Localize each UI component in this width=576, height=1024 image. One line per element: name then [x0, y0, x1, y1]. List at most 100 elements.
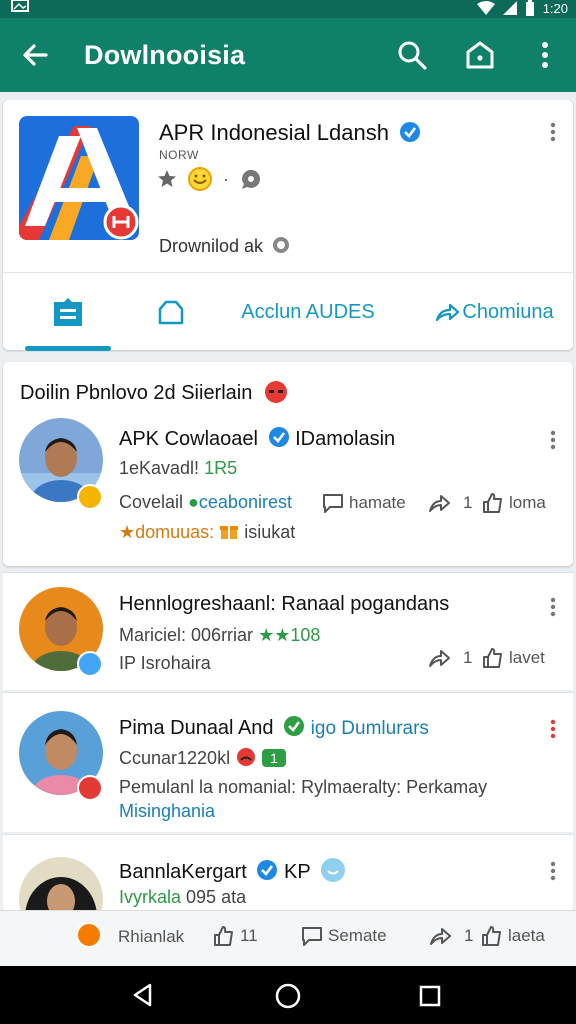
page-title: Dowlnooisia: [84, 40, 246, 70]
share-count: 1: [463, 648, 473, 667]
avatar[interactable]: [19, 857, 103, 910]
nav-back-icon[interactable]: [130, 982, 156, 1008]
post-rating: ★★108: [258, 625, 321, 645]
info-circle-icon: [273, 237, 290, 253]
post-tag-link[interactable]: ●ceabonirest: [188, 492, 292, 512]
nav-home-icon[interactable]: [274, 982, 302, 1010]
comment-icon: [323, 494, 343, 513]
avatar-image: [19, 857, 103, 910]
share-count: 1: [463, 493, 473, 512]
system-nav-bar: [0, 966, 576, 1024]
post-author-suffix: KP: [284, 861, 311, 883]
post-meta-line: Ivyrkala 095 ata: [119, 887, 246, 908]
post-body-line: Pemulanl la nomanial: Rylmaeralty: Perka…: [119, 777, 488, 797]
download-text: Drownilod ak: [159, 236, 264, 256]
comment-action[interactable]: hamate: [321, 492, 406, 514]
like-action[interactable]: loma: [481, 492, 546, 514]
post-author-name: BannlaKergart: [119, 861, 247, 883]
post-meta-text: Mariciel:: [119, 625, 192, 645]
nav-recents-icon[interactable]: [418, 984, 442, 1008]
bottom-left-action[interactable]: Rhianlak: [118, 927, 184, 947]
share-icon: [429, 650, 450, 667]
post-author-name: APK Cowlaoael: [119, 428, 258, 450]
app-card-more-icon[interactable]: [549, 122, 557, 142]
thumb-up-icon: [483, 648, 502, 668]
share-action[interactable]: 1: [427, 492, 472, 514]
post-tag-link-text: ceabonirest: [198, 492, 292, 512]
post-author-name: Pima Dunaal And: [119, 717, 274, 739]
verified-badge-icon: [284, 716, 305, 736]
post-author[interactable]: Pima Dunaal And igo Dumlurars: [119, 715, 429, 740]
wifi-icon: [476, 1, 495, 15]
like-action[interactable]: lavet: [481, 647, 545, 669]
menu-tab-icon: [54, 298, 82, 326]
tab-share[interactable]: Chomiuna: [421, 273, 567, 351]
app-bar: Dowlnooisia: [0, 18, 576, 92]
post-author[interactable]: BannlaKergart KP: [119, 857, 346, 884]
bottom-share-action[interactable]: 1: [428, 925, 473, 947]
tab-account[interactable]: Acclun AUDES: [229, 273, 387, 351]
back-arrow-icon[interactable]: [18, 38, 52, 72]
bottom-like-label-action[interactable]: laeta: [480, 925, 545, 947]
app-name: APR Indonesial Ldansh: [159, 120, 421, 146]
comment-label: Semate: [328, 926, 387, 945]
bottom-comment-action[interactable]: Semate: [300, 925, 387, 947]
post-meta-text: 095 ata: [186, 887, 247, 907]
post-meta-text: 1eKavadl!: [119, 458, 205, 478]
download-home-icon[interactable]: [462, 37, 498, 73]
separator-dot: ·: [223, 168, 229, 189]
post-more-icon[interactable]: [549, 719, 557, 739]
gift-icon: [220, 526, 239, 539]
list-item[interactable]: Pima Dunaal And igo Dumlurars Ccunar1220…: [3, 692, 573, 832]
thumb-up-icon: [483, 493, 502, 513]
sticker-icon: [320, 858, 345, 882]
app-name-text: APR Indonesial Ldansh: [159, 120, 389, 145]
home-outline-icon: [158, 300, 184, 325]
share-action[interactable]: 1: [427, 647, 472, 669]
tab-home[interactable]: [143, 273, 199, 351]
emoji-face-icon: [188, 167, 212, 191]
thumb-up-icon: [482, 926, 501, 946]
more-vert-icon[interactable]: [530, 37, 560, 73]
tab-menu[interactable]: [25, 273, 111, 351]
search-icon[interactable]: [394, 37, 430, 73]
app-tabs: Acclun AUDES Chomiuna: [3, 272, 573, 351]
avatar-badge: [77, 775, 103, 801]
list-item[interactable]: Hennlogreshaanl: Ranaal pogandans Marici…: [3, 572, 573, 690]
post-more-icon[interactable]: [549, 597, 557, 617]
star-icon: [158, 170, 176, 187]
list-item[interactable]: BannlaKergart KP Ivyrkala 095 ata: [3, 834, 573, 910]
chat-bubble-icon: [241, 169, 260, 189]
post-more-icon[interactable]: [549, 861, 557, 881]
like-label: lavet: [509, 648, 545, 667]
post-author[interactable]: Hennlogreshaanl: Ranaal pogandans: [119, 593, 449, 616]
like-count: 11: [240, 926, 258, 945]
signal-icon: [502, 1, 517, 15]
bottom-left-label: Rhianlak: [118, 927, 185, 946]
verified-badge-icon: [400, 122, 421, 142]
active-tab-indicator: [25, 346, 111, 351]
post-author-suffix: IDamolasin: [295, 428, 396, 450]
post-author-suffix: igo Dumlurars: [310, 718, 429, 739]
post-more-icon[interactable]: [549, 430, 557, 450]
post-tags-line: Covelail ●ceabonirest: [119, 492, 292, 513]
post-footer-line: ★domuuas: isiukat: [119, 522, 295, 543]
share-icon: [430, 928, 451, 945]
bottom-like-action[interactable]: 11: [212, 925, 258, 947]
post-footer-highlight: ★domuuas:: [119, 522, 215, 542]
download-info[interactable]: Drownilod ak: [159, 236, 290, 257]
post-footer-text: isiukat: [244, 522, 296, 542]
post-sub-line: IP Isrohaira: [119, 653, 211, 673]
angry-emoji-icon: [237, 748, 256, 766]
comment-icon: [302, 927, 322, 946]
avatar-badge: [77, 484, 103, 510]
share-count: 1: [464, 926, 474, 945]
post-link[interactable]: Misinghania: [119, 801, 215, 822]
app-meta-icons: ·: [157, 166, 263, 192]
post-meta-line: Ccunar1220kl 1: [119, 747, 286, 769]
post-author[interactable]: APK Cowlaoael IDamolasin: [119, 426, 395, 451]
section-title: Doilin Pbnlovo 2d Siierlain: [20, 380, 288, 405]
avatar-badge: [77, 651, 103, 677]
share-icon: [429, 495, 450, 512]
app-logo[interactable]: [19, 116, 139, 240]
